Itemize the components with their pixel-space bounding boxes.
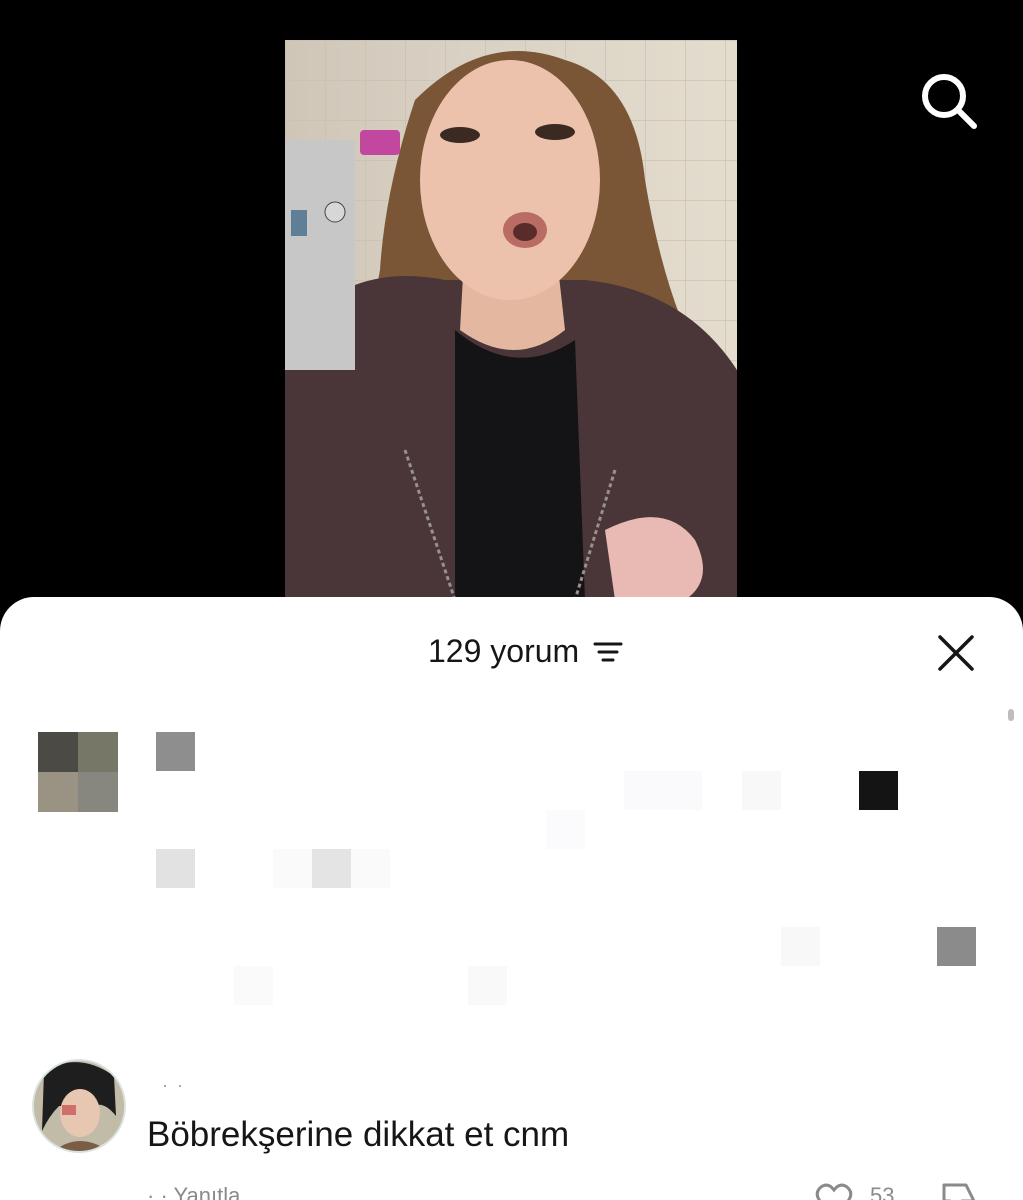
heart-icon: [815, 1183, 853, 1200]
video-player[interactable]: [285, 40, 737, 600]
avatar-image: [34, 1061, 124, 1151]
thumbs-down-icon: [942, 1183, 976, 1200]
commenter-avatar[interactable]: [32, 1059, 126, 1153]
censored-block: [156, 732, 195, 771]
comments-header: 129 yorum: [0, 625, 1023, 681]
scroll-indicator[interactable]: [1008, 709, 1014, 721]
censored-block: [234, 966, 273, 1005]
commenter-username[interactable]: · ·: [162, 1075, 185, 1096]
censored-block: [468, 966, 507, 1005]
like-button[interactable]: [814, 1181, 854, 1200]
comment-meta-reply[interactable]: · · Yanıtla: [147, 1183, 240, 1200]
comments-sort-toggle[interactable]: 129 yorum: [428, 633, 623, 670]
close-button[interactable]: [934, 631, 978, 675]
close-x-icon: [938, 635, 974, 671]
video-person: [285, 51, 737, 600]
censored-block: [742, 771, 781, 810]
search-button[interactable]: [916, 68, 980, 132]
censored-block: [273, 849, 312, 888]
sort-lines-icon: [593, 642, 623, 661]
dislike-button[interactable]: [938, 1179, 982, 1200]
censored-block: [156, 849, 195, 888]
video-area[interactable]: [0, 0, 1023, 600]
censored-block: [351, 849, 390, 888]
censored-block: [624, 771, 702, 810]
censored-block: [937, 927, 976, 966]
comment-item[interactable]: · · Böbrekşerine dikkat et cnm · · Yanıt…: [32, 1059, 992, 1200]
comment-text: Böbrekşerine dikkat et cnm: [147, 1115, 570, 1154]
comments-count-label: 129 yorum: [428, 633, 580, 669]
censored-block: [546, 810, 585, 849]
comments-sheet: 129 yorum · · Böbrekşerine dikkat et cnm…: [0, 597, 1023, 1200]
censored-block: [312, 849, 351, 888]
search-icon: [922, 74, 977, 129]
censored-avatar: [38, 732, 118, 812]
censored-block: [781, 927, 820, 966]
censored-block: [859, 771, 898, 810]
like-count: 53: [870, 1183, 895, 1200]
